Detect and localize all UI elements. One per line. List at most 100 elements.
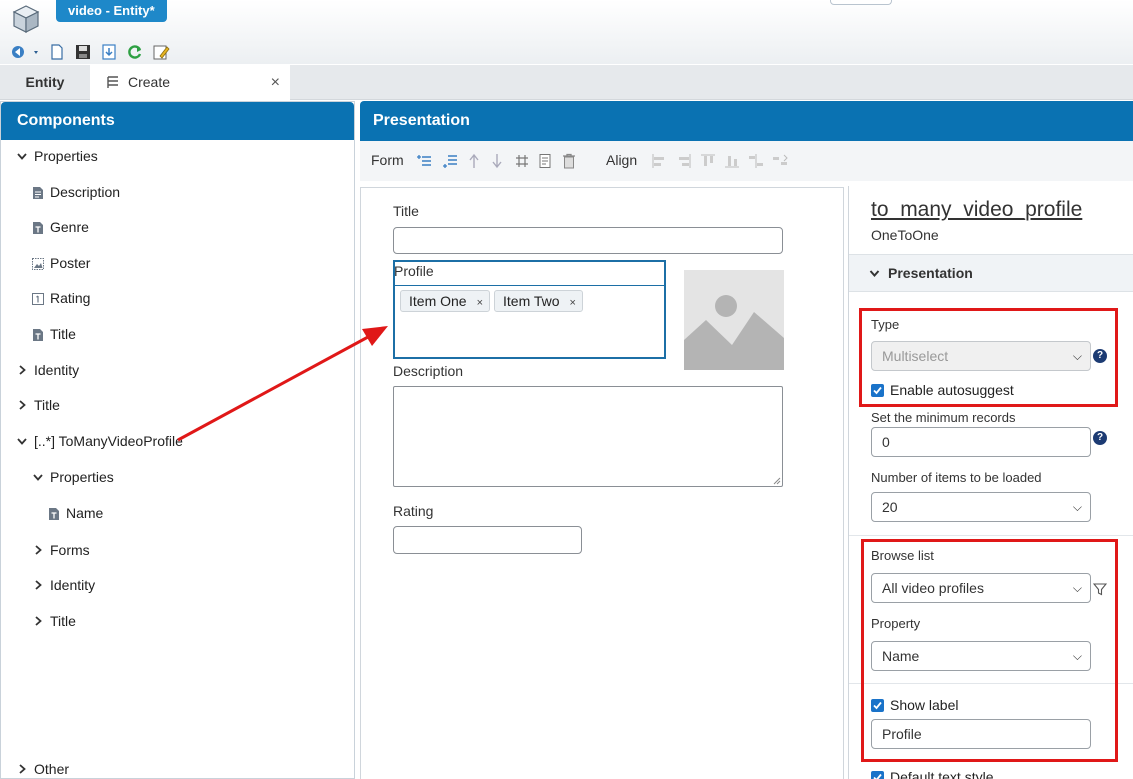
form-lines-icon: [106, 67, 120, 88]
tree-item-label: Rating: [50, 290, 91, 306]
chevron-right-icon[interactable]: [32, 544, 44, 556]
new-document-icon[interactable]: [48, 43, 66, 61]
window-titlebar: video - Entity*: [0, 0, 1133, 64]
edit-icon[interactable]: [152, 43, 170, 61]
profile-divider: [395, 285, 664, 286]
highlight-box: [861, 539, 1118, 762]
tab-create[interactable]: Create ×: [90, 65, 290, 100]
tree-item-label: Title: [50, 613, 76, 629]
tree-item[interactable]: Other: [16, 759, 69, 779]
default-text-style-checkbox[interactable]: Default text style: [871, 769, 994, 779]
presentation-toolbar: Form Align: [360, 141, 1133, 181]
document-tab[interactable]: video - Entity*: [56, 0, 167, 22]
title-input[interactable]: [393, 227, 783, 254]
divider: [849, 535, 1133, 536]
tree-item-label: Poster: [50, 255, 91, 271]
tree-item-label: Genre: [50, 219, 89, 235]
tree-item[interactable]: Forms: [32, 540, 90, 560]
export-icon[interactable]: [100, 43, 118, 61]
move-down-icon[interactable]: [489, 153, 505, 169]
chevron-right-icon[interactable]: [16, 364, 28, 376]
presentation-section-header[interactable]: Presentation: [849, 254, 1133, 292]
chevron-down-icon[interactable]: [16, 150, 28, 162]
refresh-icon[interactable]: [126, 43, 144, 61]
items-loaded-value: 20: [882, 499, 898, 515]
items-loaded-label: Number of items to be loaded: [871, 470, 1042, 485]
align-top-icon[interactable]: [700, 153, 716, 169]
tree-item[interactable]: Title: [16, 395, 60, 415]
rating-input[interactable]: [393, 526, 582, 554]
chevron-down-icon: [869, 270, 880, 278]
tree-item[interactable]: [..*] ToManyVideoProfile: [16, 431, 183, 451]
save-icon[interactable]: [74, 43, 92, 61]
chevron-right-icon[interactable]: [16, 763, 28, 775]
align-bottom-icon[interactable]: [724, 153, 740, 169]
tree-item-label: [..*] ToManyVideoProfile: [34, 433, 183, 449]
tree-item[interactable]: Name: [48, 503, 103, 523]
align-left-icon[interactable]: [651, 153, 667, 169]
tab-create-label: Create: [128, 74, 171, 90]
field-tag-icon: [32, 327, 44, 341]
tree-item[interactable]: Title: [32, 324, 76, 344]
align-toolbar-label: Align: [606, 152, 638, 168]
image-placeholder-icon: [684, 270, 784, 370]
tree-item[interactable]: Poster: [32, 253, 90, 273]
align-right-icon[interactable]: [676, 153, 692, 169]
chevron-right-icon[interactable]: [16, 399, 28, 411]
profile-chip[interactable]: Item Two ×: [494, 290, 583, 312]
add-row-below-icon[interactable]: [442, 153, 458, 169]
tree-item[interactable]: Identity: [32, 575, 95, 595]
tree-item-label: Forms: [50, 542, 90, 558]
top-handle[interactable]: [830, 0, 892, 5]
chevron-right-icon[interactable]: [32, 579, 44, 591]
main-toolbar: [10, 42, 170, 62]
tree-item[interactable]: Genre: [32, 217, 89, 237]
help-icon[interactable]: ?: [1093, 431, 1107, 445]
min-records-input[interactable]: 0: [871, 427, 1091, 457]
property-relation: OneToOne: [871, 227, 939, 243]
back-menu-icon[interactable]: [10, 43, 38, 61]
tree-item[interactable]: Description: [32, 182, 120, 202]
view-tabstrip: Entity Create ×: [0, 65, 1133, 100]
min-records-label: Set the minimum records: [871, 410, 1016, 425]
tree-item[interactable]: Properties: [32, 467, 114, 487]
chip-label: Item One: [409, 293, 467, 309]
min-records-value: 0: [882, 434, 890, 450]
field-img-icon: [32, 256, 44, 270]
tab-entity[interactable]: Entity: [0, 65, 90, 100]
items-loaded-select[interactable]: 20 ⌵: [871, 492, 1091, 522]
profile-chip[interactable]: Item One ×: [400, 290, 491, 312]
chip-remove-icon[interactable]: ×: [477, 297, 483, 309]
chevron-down-icon[interactable]: [32, 471, 44, 483]
move-up-icon[interactable]: [466, 153, 482, 169]
chip-remove-icon[interactable]: ×: [570, 297, 576, 309]
tree-item-label: Identity: [34, 362, 80, 378]
property-name: to_many_video_profile: [871, 198, 1083, 221]
description-textarea[interactable]: [393, 386, 783, 487]
tree-item-label: Title: [50, 326, 76, 342]
field-tag-icon: [48, 506, 60, 520]
form-canvas: Title Profile Item One × Item Two × Descri…: [360, 187, 844, 779]
chevron-down-icon[interactable]: [16, 435, 28, 447]
chevron-right-icon[interactable]: [32, 615, 44, 627]
app-cube-logo-icon: [12, 4, 40, 34]
tree-item[interactable]: Rating: [32, 288, 90, 308]
checkmark-icon: [871, 770, 884, 779]
tree-item[interactable]: Title: [32, 611, 76, 631]
distribute-horizontal-icon[interactable]: [748, 153, 764, 169]
close-tab-icon[interactable]: ×: [271, 65, 280, 100]
properties-doc-icon[interactable]: [537, 153, 553, 169]
presentation-header: Presentation: [360, 101, 1133, 141]
components-header: Components: [1, 102, 354, 140]
description-field-label: Description: [393, 363, 464, 379]
grid-icon[interactable]: [514, 153, 530, 169]
tree-item-label: Properties: [50, 469, 114, 485]
tree-item[interactable]: Identity: [16, 360, 79, 380]
distribute-vertical-icon[interactable]: [772, 153, 788, 169]
tree-item[interactable]: Properties: [16, 146, 98, 166]
add-row-above-icon[interactable]: [416, 153, 432, 169]
tree-item-label: Other: [34, 761, 70, 777]
delete-icon[interactable]: [561, 153, 577, 169]
default-text-style-label: Default text style: [890, 769, 994, 779]
tree-item-label: Identity: [50, 577, 96, 593]
